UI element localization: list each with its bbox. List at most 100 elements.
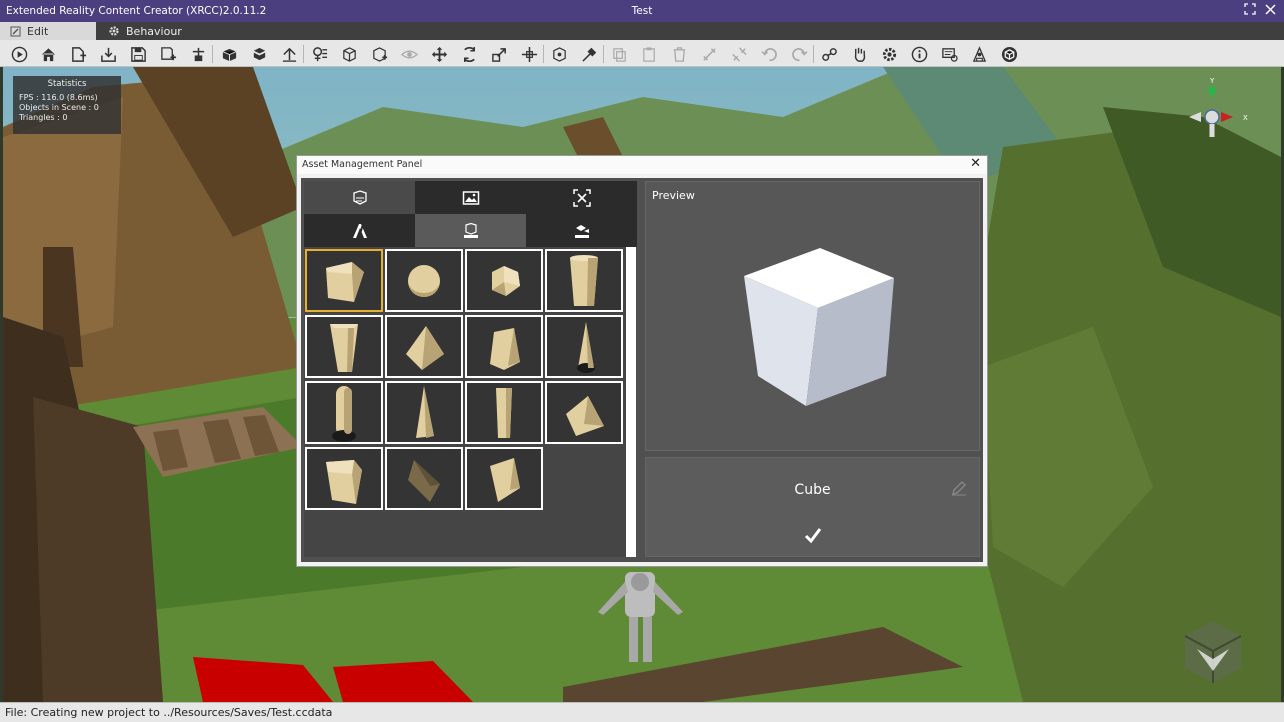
script-button[interactable] (308, 43, 330, 65)
close-icon[interactable]: ✕ (970, 157, 981, 171)
scale-button[interactable] (488, 43, 510, 65)
export-icon (192, 47, 204, 61)
redo-button[interactable] (788, 43, 810, 65)
save-as-icon (160, 46, 176, 60)
save-as-button[interactable] (157, 43, 179, 65)
asset-tile-box-wedge[interactable] (305, 447, 383, 510)
asset-tile-tall-prism[interactable] (305, 315, 383, 378)
asset-browser (304, 181, 637, 557)
cube-outline-icon (342, 46, 356, 62)
panel-body: Preview Cube (301, 178, 983, 562)
nodes-button[interactable] (818, 43, 840, 65)
orientation-gizmo[interactable]: Y X (1181, 75, 1251, 145)
play-button[interactable] (8, 43, 30, 65)
asset-tile-truncated-pyramid[interactable] (465, 315, 543, 378)
asset-category-tabs (304, 181, 637, 247)
tab-generic[interactable] (415, 214, 526, 247)
presentation-button[interactable] (938, 43, 960, 65)
asset-tile-cylinder[interactable] (545, 249, 623, 312)
asset-tile-cone[interactable] (545, 315, 623, 378)
copy-icon (612, 47, 626, 62)
delete-button[interactable] (668, 43, 690, 65)
add-object-button[interactable] (368, 43, 390, 65)
fps-readout: FPS : 116.0 (8.6ms) (19, 93, 98, 102)
asset-grid-scrollbar[interactable] (626, 247, 636, 557)
preview-area: Preview (645, 181, 980, 451)
move-button[interactable] (428, 43, 450, 65)
tab-behaviour[interactable]: Behaviour (98, 22, 192, 40)
tall-prism-asset-icon (330, 323, 358, 372)
info-button[interactable] (908, 43, 930, 65)
transform-icon (521, 46, 537, 62)
model-button[interactable] (218, 43, 240, 65)
script-icon (312, 46, 327, 61)
asset-tile-sphere[interactable] (385, 249, 463, 312)
edit-icon (10, 26, 21, 36)
paste-button[interactable] (638, 43, 660, 65)
capsule-asset-icon (332, 385, 356, 442)
statistics-overlay: Statistics FPS : 116.0 (8.6ms) Objects i… (13, 76, 121, 134)
import-button[interactable] (97, 43, 119, 65)
add-scene-button[interactable] (67, 43, 89, 65)
rename-icon[interactable] (951, 480, 967, 496)
asset-tile-capsule[interactable] (305, 381, 383, 444)
preview-label: Preview (652, 189, 695, 202)
image-tab-icon (462, 190, 479, 205)
tab-images[interactable] (415, 181, 526, 214)
asset-tile-narrow-prism[interactable] (465, 381, 543, 444)
tab-default[interactable] (526, 214, 637, 247)
box-wedge-asset-icon (326, 459, 362, 504)
save-button[interactable] (127, 43, 149, 65)
asset-tile-tilted-cube[interactable] (385, 447, 463, 510)
asset-tile-pyramid[interactable] (385, 315, 463, 378)
settings-button[interactable] (878, 43, 900, 65)
gear-icon (109, 26, 119, 36)
transform-button[interactable] (518, 43, 540, 65)
mode-bar: Edit Behaviour (0, 22, 1284, 40)
tab-ar[interactable] (526, 181, 637, 214)
hand-button[interactable] (848, 43, 870, 65)
default-tab-icon (574, 224, 589, 238)
asset-tile-polyhedron[interactable] (465, 249, 543, 312)
asset-detail-pane: Preview Cube (642, 181, 980, 557)
maximize-icon[interactable] (1242, 3, 1258, 19)
undo-button[interactable] (758, 43, 780, 65)
upload-button[interactable] (278, 43, 300, 65)
models-tab-icon (352, 189, 367, 205)
settings-icon (882, 47, 896, 61)
copy-button[interactable] (608, 43, 630, 65)
pivot-button[interactable] (548, 43, 570, 65)
asset-info: Cube (645, 457, 980, 557)
trash-icon (673, 46, 685, 62)
import-icon (100, 47, 116, 62)
character-button[interactable] (968, 43, 990, 65)
package-button[interactable] (248, 43, 270, 65)
gizmo-x-label: X (1243, 114, 1248, 122)
triangles-readout: Triangles : 0 (19, 113, 68, 122)
tab-text[interactable] (304, 214, 415, 247)
asset-tile-cube[interactable] (305, 249, 383, 312)
add-cube-icon (372, 46, 387, 62)
document-title: Test (631, 5, 653, 17)
statistics-title: Statistics (47, 79, 87, 89)
eyedropper-icon (581, 47, 596, 62)
home-button[interactable] (37, 43, 59, 65)
tab-edit[interactable]: Edit (0, 22, 96, 40)
tab-models[interactable] (304, 181, 415, 214)
asset-tile-tall-pyramid[interactable] (385, 381, 463, 444)
close-window-icon[interactable] (1262, 3, 1278, 19)
visibility-button[interactable] (398, 43, 420, 65)
unity-button[interactable] (998, 43, 1020, 65)
object-button[interactable] (338, 43, 360, 65)
asset-tile-skewed-block[interactable] (465, 447, 543, 510)
link-button[interactable] (698, 43, 720, 65)
export-button[interactable] (187, 43, 209, 65)
check-icon[interactable] (804, 526, 822, 544)
status-message: File: Creating new project to ../Resourc… (5, 706, 333, 719)
asset-tile-wedge[interactable] (545, 381, 623, 444)
pivot-icon (552, 46, 566, 62)
upload-icon (282, 47, 296, 62)
rotate-button[interactable] (458, 43, 480, 65)
unlink-button[interactable] (728, 43, 750, 65)
pick-button[interactable] (578, 43, 600, 65)
